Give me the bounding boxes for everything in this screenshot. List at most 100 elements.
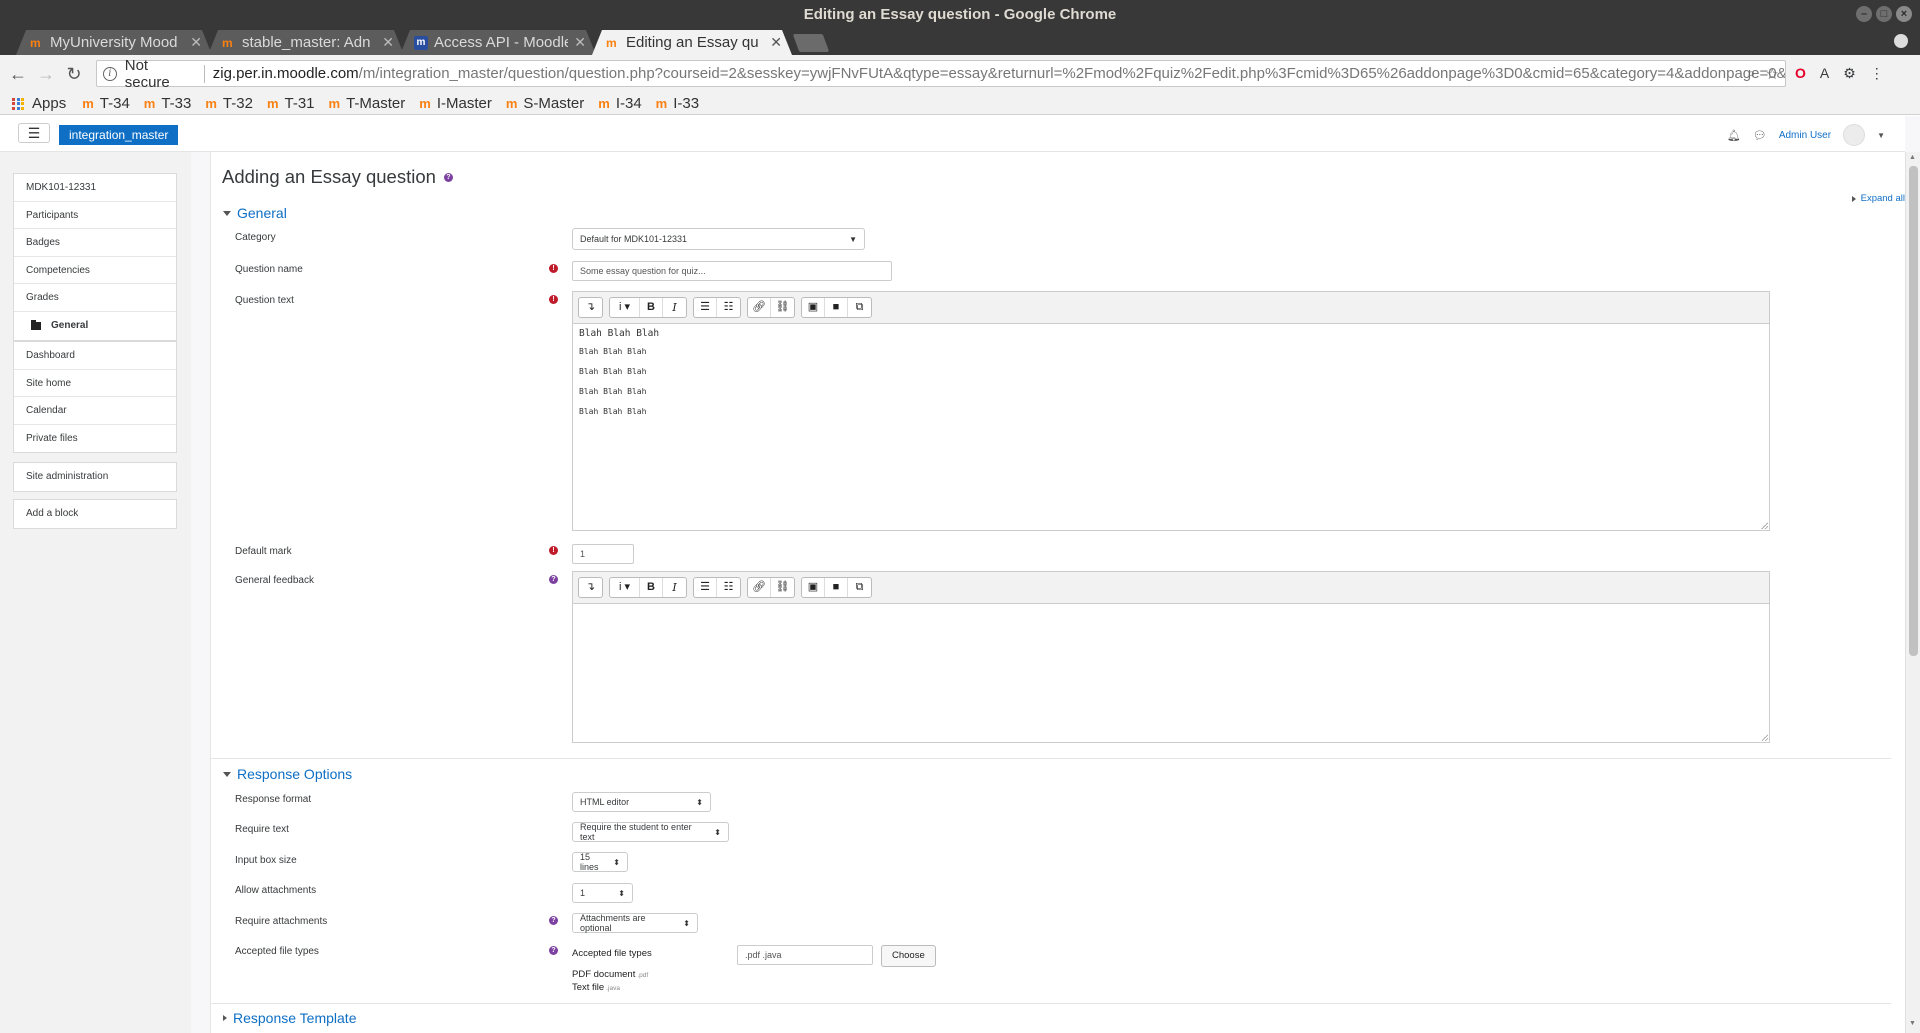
question-name-input[interactable]: Some essay question for quiz...	[572, 261, 892, 281]
bookmark-item[interactable]: m I-Master	[419, 95, 492, 112]
link-icon[interactable]: 🔗︎	[748, 578, 771, 597]
sidebar-item-add-block[interactable]: Add a block	[14, 500, 176, 528]
tab-close-icon[interactable]: ✕	[770, 34, 782, 51]
zoom-icon[interactable]: ⌕	[1747, 65, 1755, 83]
link-icon[interactable]: 🔗︎	[748, 298, 771, 317]
site-name[interactable]: integration_master	[59, 125, 179, 145]
unlink-icon[interactable]: ⛓	[771, 298, 794, 317]
page-scrollbar[interactable]: ▲ ▼	[1905, 152, 1920, 1033]
chat-icon[interactable]: 💬︎	[1753, 129, 1767, 142]
paragraph-styles-icon[interactable]: i ▾	[610, 578, 640, 597]
bookmark-apps[interactable]: Apps	[32, 95, 66, 112]
section-response-template-header[interactable]: Response Template	[223, 1010, 356, 1026]
category-select[interactable]: Default for MDK101-12331 ▼	[572, 228, 865, 250]
require-attachments-select[interactable]: Attachments are optional ⬍	[572, 913, 698, 933]
info-icon[interactable]: i	[103, 66, 117, 81]
sidebar-item-private-files[interactable]: Private files	[14, 425, 176, 453]
reload-icon[interactable]: ↻	[60, 64, 88, 85]
bookmark-item[interactable]: m S-Master	[506, 95, 584, 112]
chevron-down-icon[interactable]: ▼	[1877, 131, 1885, 140]
paragraph-styles-icon[interactable]: i ▾	[610, 298, 640, 317]
scrollbar-thumb[interactable]	[1909, 166, 1918, 656]
resize-handle[interactable]	[1761, 522, 1768, 529]
sidebar-item-course[interactable]: MDK101-12331	[14, 174, 176, 202]
bookmark-star-icon[interactable]: ☆	[1766, 65, 1779, 83]
opera-icon[interactable]: O	[1795, 65, 1806, 82]
bookmark-item[interactable]: m T-31	[267, 95, 315, 112]
video-icon[interactable]: ■	[825, 298, 848, 317]
bold-icon[interactable]: B	[640, 298, 663, 317]
editor-content[interactable]	[573, 604, 1769, 612]
user-name[interactable]: Admin User	[1779, 130, 1831, 141]
section-response-options-header[interactable]: Response Options	[223, 766, 352, 782]
bookmark-item[interactable]: m T-32	[205, 95, 253, 112]
unordered-list-icon[interactable]: ☰	[694, 578, 717, 597]
help-icon[interactable]: ?	[549, 575, 558, 584]
ordered-list-icon[interactable]: ☷	[717, 298, 740, 317]
bookmark-item[interactable]: m I-33	[656, 95, 699, 112]
avatar[interactable]	[1843, 124, 1866, 146]
forward-arrow-icon[interactable]: →	[32, 64, 60, 85]
section-general-header[interactable]: General	[223, 205, 287, 221]
editor-content[interactable]: Blah Blah Blah Blah Blah Blah Blah Blah …	[573, 324, 1769, 431]
show-more-icon[interactable]: ↴	[579, 298, 602, 317]
tab-close-icon[interactable]: ✕	[190, 34, 202, 51]
sidebar-item-badges[interactable]: Badges	[14, 229, 176, 257]
expand-all-link[interactable]: Expand all	[1851, 193, 1905, 204]
minimize-icon[interactable]: –	[1856, 6, 1872, 22]
apps-grid-icon[interactable]	[12, 97, 24, 110]
default-mark-input[interactable]: 1	[572, 544, 634, 564]
image-icon[interactable]: ▣	[802, 578, 825, 597]
bold-icon[interactable]: B	[640, 578, 663, 597]
profile-icon[interactable]	[1894, 34, 1908, 48]
allow-attachments-select[interactable]: 1 ⬍	[572, 883, 633, 903]
sidebar-item-general[interactable]: General	[14, 312, 176, 340]
show-more-icon[interactable]: ↴	[579, 578, 602, 597]
video-icon[interactable]: ■	[825, 578, 848, 597]
menu-dots-icon[interactable]: ⋮	[1870, 65, 1884, 82]
translate-icon[interactable]: A	[1820, 65, 1829, 82]
ordered-list-icon[interactable]: ☷	[717, 578, 740, 597]
input-box-size-select[interactable]: 15 lines ⬍	[572, 852, 628, 872]
italic-icon[interactable]: I	[663, 298, 686, 317]
resize-handle[interactable]	[1761, 734, 1768, 741]
manage-files-icon[interactable]: ⧉	[848, 298, 871, 317]
browser-tab-3[interactable]: m Access API - Moodle ✕	[400, 30, 596, 55]
scroll-up-icon[interactable]: ▲	[1909, 154, 1916, 161]
sidebar-item-site-home[interactable]: Site home	[14, 370, 176, 398]
sidebar-item-site-administration[interactable]: Site administration	[14, 463, 176, 491]
bookmark-item[interactable]: m T-33	[144, 95, 192, 112]
italic-icon[interactable]: I	[663, 578, 686, 597]
address-bar[interactable]: i Not secure zig.per.in.moodle.com /m/in…	[96, 57, 1786, 91]
help-icon[interactable]: ?	[549, 946, 558, 955]
scroll-down-icon[interactable]: ▼	[1909, 1020, 1916, 1027]
bookmark-item[interactable]: m I-34	[598, 95, 641, 112]
extension-gear-icon[interactable]: ⚙	[1843, 65, 1856, 82]
help-icon[interactable]: ?	[549, 916, 558, 925]
response-format-select[interactable]: HTML editor ⬍	[572, 792, 711, 812]
sidebar-item-dashboard[interactable]: Dashboard	[14, 342, 176, 370]
manage-files-icon[interactable]: ⧉	[848, 578, 871, 597]
browser-tab-active[interactable]: m Editing an Essay qu ✕	[592, 30, 792, 55]
sidebar-item-participants[interactable]: Participants	[14, 202, 176, 230]
choose-file-types-button[interactable]: Choose	[881, 945, 936, 967]
maximize-icon[interactable]: □	[1876, 6, 1892, 22]
tab-close-icon[interactable]: ✕	[382, 34, 394, 51]
accepted-file-types-input[interactable]: .pdf .java	[737, 945, 873, 965]
browser-tab-2[interactable]: m stable_master: Adn ✕	[208, 30, 404, 55]
bookmark-item[interactable]: m T-Master	[329, 95, 406, 112]
require-text-select[interactable]: Require the student to enter text ⬍	[572, 822, 729, 842]
bell-icon[interactable]: 🔔︎	[1727, 129, 1741, 142]
sidebar-item-competencies[interactable]: Competencies	[14, 257, 176, 285]
new-tab-button[interactable]	[792, 34, 830, 52]
question-text-editor[interactable]: ↴ i ▾ B I ☰ ☷ 🔗︎ ⛓ ▣ ■ ⧉ Blah Blah Blah …	[572, 291, 1770, 531]
unlink-icon[interactable]: ⛓	[771, 578, 794, 597]
tab-close-icon[interactable]: ✕	[574, 34, 586, 51]
browser-tab-1[interactable]: m MyUniversity Mood ✕	[16, 30, 212, 55]
unordered-list-icon[interactable]: ☰	[694, 298, 717, 317]
window-close-icon[interactable]: ×	[1896, 6, 1912, 22]
sidebar-item-calendar[interactable]: Calendar	[14, 397, 176, 425]
bookmark-item[interactable]: m T-34	[82, 95, 130, 112]
hamburger-menu-icon[interactable]: ☰	[18, 123, 50, 143]
sidebar-item-grades[interactable]: Grades	[14, 284, 176, 312]
